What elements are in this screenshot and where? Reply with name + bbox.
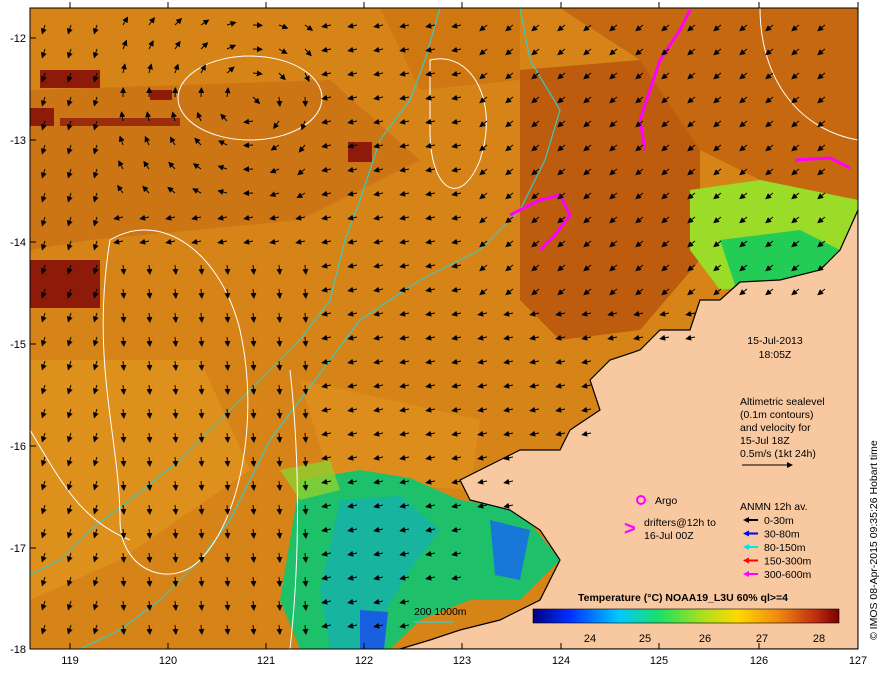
sst-map: -12 -13 -14 -15 -16 -17 -18 119 120 121 122 123 124…	[10, 2, 880, 667]
colorbar-tick-label: 24	[584, 633, 596, 645]
colorbar	[532, 608, 840, 624]
hot-spot	[40, 70, 100, 88]
date-label: 15-Jul-2013	[747, 335, 803, 347]
hot-spot	[60, 118, 180, 126]
velocity-arrow-icon	[302, 96, 309, 107]
isobath-label: 200 1000m	[414, 606, 467, 618]
altimetry-line: 0.5m/s (1kt 24h)	[740, 448, 816, 460]
anmn-title: ANMN 12h av.	[740, 501, 808, 513]
altimetry-line: (0.1m contours)	[740, 409, 814, 421]
y-tick-label: -15	[10, 339, 26, 351]
colorbar-tick-label: 25	[639, 633, 651, 645]
drifter-marker-icon: >	[624, 518, 636, 540]
altimetry-line: Altimetric sealevel	[740, 396, 825, 408]
velocity-arrow-icon	[243, 142, 254, 149]
velocity-arrow-icon	[252, 46, 263, 53]
colorbar-tick-label: 28	[813, 633, 825, 645]
x-tick-label: 125	[650, 655, 668, 667]
y-tick-label: -16	[10, 441, 26, 453]
y-tick-label: -14	[10, 237, 26, 249]
y-tick-label: -17	[10, 543, 26, 555]
altimetry-line: 15-Jul 18Z	[740, 435, 790, 447]
x-tick-label: 120	[159, 655, 177, 667]
anmn-label: 30-80m	[764, 529, 800, 541]
time-label: 18:05Z	[759, 349, 792, 361]
colorbar-title: Temperature (°C) NOAA19_L3U 60% ql>=4	[578, 592, 788, 604]
anmn-label: 300-600m	[764, 569, 812, 581]
anmn-label: 150-300m	[764, 556, 812, 568]
x-tick-label: 127	[849, 655, 867, 667]
x-tick-label: 119	[61, 655, 79, 667]
x-tick-label: 123	[453, 655, 471, 667]
y-tick-label: -18	[10, 644, 26, 656]
anmn-label: 0-30m	[764, 515, 794, 527]
drifters-line: 16-Jul 00Z	[644, 530, 694, 542]
hot-spot	[150, 90, 172, 100]
drifters-line: drifters@12h to	[644, 517, 716, 529]
hot-spot	[348, 142, 372, 162]
y-tick-label: -13	[10, 135, 26, 147]
argo-label: Argo	[655, 495, 677, 507]
hot-spot	[30, 108, 54, 126]
anmn-label: 80-150m	[764, 542, 806, 554]
velocity-arrow-icon	[198, 87, 205, 98]
altimetry-line: and velocity for	[740, 422, 811, 434]
x-tick-label: 122	[355, 655, 373, 667]
x-tick-label: 126	[750, 655, 768, 667]
x-tick-label: 121	[257, 655, 275, 667]
colorbar-tick-label: 26	[699, 633, 711, 645]
x-tick-label: 124	[552, 655, 570, 667]
credit-label: © IMOS 08-Apr-2015 09:35:26 Hobart time	[868, 440, 880, 640]
y-tick-label: -12	[10, 33, 26, 45]
hot-spot	[30, 260, 100, 308]
colorbar-tick-label: 27	[756, 633, 768, 645]
